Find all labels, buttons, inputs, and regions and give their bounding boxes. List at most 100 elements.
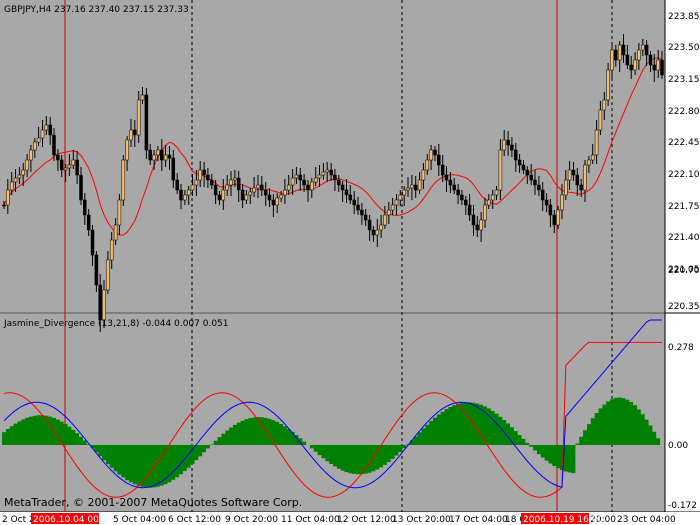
candle-body	[233, 177, 237, 181]
candle-body	[471, 214, 476, 226]
candle-body	[9, 181, 14, 191]
price-label: 220.35	[668, 302, 700, 312]
candle-body	[13, 177, 18, 183]
candle-body	[637, 49, 641, 61]
candle-body	[160, 149, 164, 161]
candle-body	[167, 154, 172, 159]
candle-body	[94, 254, 99, 286]
candle-body	[44, 124, 49, 131]
copyright-text: MetaTrader, © 2001-2007 MetaQuotes Softw…	[4, 496, 302, 509]
candle-body	[36, 137, 41, 143]
candle-body	[352, 199, 356, 206]
candle-body	[325, 169, 329, 173]
candle-body	[263, 189, 268, 196]
candle-body	[456, 189, 460, 196]
candle-body	[102, 289, 106, 321]
indicator-pane-title: Jasmine_Divergence (13,21,8) -0.044 0.00…	[3, 319, 229, 329]
candle-body	[256, 184, 260, 189]
candle-body	[321, 171, 326, 176]
candle-body	[556, 209, 560, 226]
candle-body	[337, 179, 341, 186]
candle-body	[121, 159, 126, 201]
candle-body	[464, 199, 468, 206]
time-label: 13 Oct 20:00	[392, 515, 451, 525]
candle-body	[444, 174, 449, 181]
candle-body	[540, 189, 545, 201]
candle-body	[279, 194, 283, 199]
candle-body	[98, 284, 102, 321]
candle-body	[310, 181, 314, 191]
candle-body	[383, 214, 387, 226]
candle-body	[590, 154, 595, 161]
price-label: 222.45	[668, 138, 700, 148]
candle-body	[6, 189, 10, 206]
candle-body	[437, 154, 441, 166]
candle-body	[40, 129, 45, 139]
candle-body	[229, 179, 233, 186]
main-pane[interactable]	[0, 0, 665, 312]
candle-body	[106, 259, 110, 291]
candle-body	[186, 189, 191, 196]
candle-body	[575, 174, 580, 186]
candle-body	[109, 239, 114, 261]
price-label: 220.70	[668, 266, 700, 276]
candle-body	[429, 149, 433, 161]
candle-body	[656, 59, 660, 71]
candle-body	[660, 59, 664, 76]
candle-body	[306, 184, 310, 191]
candle-body	[394, 199, 399, 206]
candle-body	[129, 129, 133, 141]
candle-body	[194, 179, 199, 186]
candle-body	[290, 177, 295, 186]
metatrader-chart-window[interactable]: GBPJPY,H4 237.16 237.40 237.15 237.33 Ja…	[0, 0, 700, 525]
candle-body	[537, 184, 541, 191]
candle-body	[371, 229, 376, 236]
candle-body	[571, 169, 576, 176]
candle-body	[125, 139, 129, 161]
time-label: 11 Oct 04:00	[281, 515, 340, 525]
candle-body	[398, 194, 403, 201]
candle-body	[140, 94, 145, 101]
candle-body	[348, 194, 353, 201]
candle-body	[171, 157, 176, 181]
candle-body	[244, 194, 249, 201]
candle-body	[421, 169, 426, 181]
price-label: 223.50	[668, 43, 700, 53]
candle-body	[206, 174, 210, 181]
candle-body	[286, 184, 291, 191]
candle-body	[425, 159, 430, 171]
candle-body	[483, 204, 487, 221]
candle-body	[544, 199, 549, 206]
candle-body	[633, 59, 637, 71]
candle-body	[440, 164, 445, 176]
indicator-pane[interactable]	[0, 314, 665, 512]
price-label: 223.85	[668, 12, 700, 22]
candle-body	[567, 169, 572, 181]
candle-body	[521, 164, 526, 171]
candle-body	[629, 64, 633, 71]
candle-body	[583, 164, 587, 191]
candle-body	[202, 169, 206, 176]
candle-body	[344, 189, 349, 196]
candle-body	[587, 159, 591, 166]
candle-body	[298, 174, 303, 181]
candle-body	[2, 204, 6, 207]
candle-body	[52, 134, 56, 156]
candle-body	[529, 174, 533, 181]
candle-body	[59, 159, 64, 171]
candle-body	[240, 189, 245, 201]
candle-body	[48, 124, 52, 136]
candle-body	[329, 169, 333, 176]
candle-body	[179, 189, 183, 201]
highlight-time-label-1: 2006.10.04 00:00	[33, 515, 114, 525]
candle-body	[552, 214, 557, 226]
candle-body	[548, 204, 553, 216]
candle-body	[410, 184, 414, 189]
candle-body	[163, 154, 168, 161]
candle-body	[17, 174, 22, 179]
candle-body	[621, 44, 626, 56]
candle-body	[156, 149, 160, 156]
candle-body	[433, 149, 437, 156]
candle-body	[75, 159, 79, 176]
candle-body	[498, 149, 503, 191]
